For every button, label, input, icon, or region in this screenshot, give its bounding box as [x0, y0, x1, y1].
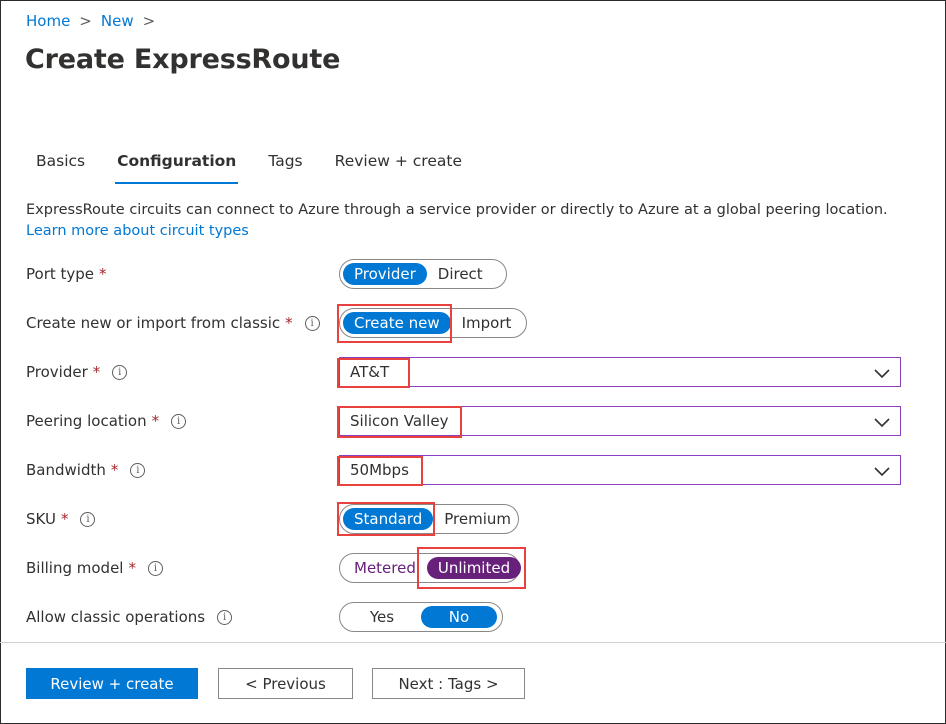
next-tags-button[interactable]: Next : Tags > [372, 668, 525, 699]
breadcrumb-separator: > [79, 12, 92, 30]
sku-toggle: Standard Premium [339, 504, 519, 534]
tab-review-create[interactable]: Review + create [335, 150, 462, 184]
sku-option-standard[interactable]: Standard [343, 508, 434, 530]
provider-value: AT&T [350, 363, 390, 381]
billing-model-label: Billing model * i [26, 559, 163, 577]
chevron-down-icon [874, 369, 890, 379]
required-asterisk: * [128, 559, 136, 577]
info-icon[interactable]: i [171, 413, 187, 429]
allow-classic-toggle: Yes No [339, 602, 503, 632]
allow-classic-option-yes[interactable]: Yes [343, 606, 421, 628]
bandwidth-label: Bandwidth * i [26, 461, 146, 479]
provider-label: Provider * i [26, 363, 128, 381]
provider-row: Provider * i AT&T [26, 357, 906, 389]
create-or-import-label-text: Create new or import from classic [26, 314, 281, 332]
breadcrumb-home-link[interactable]: Home [26, 12, 70, 30]
required-asterisk: * [60, 510, 69, 528]
required-asterisk: * [285, 314, 293, 332]
required-asterisk: * [110, 461, 119, 479]
peering-location-label-text: Peering location [26, 412, 147, 430]
peering-location-row: Peering location * i Silicon Valley [26, 406, 906, 438]
import-option[interactable]: Import [451, 312, 523, 334]
allow-classic-label-text: Allow classic operations [26, 608, 206, 626]
required-asterisk: * [99, 265, 107, 283]
footer-divider [0, 642, 946, 643]
review-create-button[interactable]: Review + create [26, 668, 198, 699]
tab-bar: Basics Configuration Tags Review + creat… [26, 150, 494, 184]
page-title: Create ExpressRoute [25, 44, 341, 75]
port-type-option-provider[interactable]: Provider [343, 263, 427, 285]
description: ExpressRoute circuits can connect to Azu… [26, 200, 916, 242]
allow-classic-row: Allow classic operations i Yes No [26, 602, 906, 634]
peering-location-value: Silicon Valley [350, 412, 449, 430]
breadcrumb-separator: > [142, 12, 156, 30]
port-type-option-direct[interactable]: Direct [427, 263, 494, 285]
info-icon[interactable]: i [112, 364, 128, 380]
port-type-row: Port type * Provider Direct [26, 259, 906, 291]
chevron-down-icon [874, 467, 890, 477]
learn-more-link[interactable]: Learn more about circuit types [26, 221, 916, 242]
info-icon[interactable]: i [80, 511, 96, 527]
provider-dropdown[interactable]: AT&T [339, 357, 901, 387]
billing-model-row: Billing model * i Metered Unlimited [26, 553, 906, 585]
port-type-label-text: Port type [26, 265, 95, 283]
port-type-label: Port type * [26, 265, 107, 283]
create-or-import-toggle: Create new Import [339, 308, 527, 338]
breadcrumb: Home > New > [26, 12, 164, 30]
allow-classic-label: Allow classic operations i [26, 608, 233, 626]
billing-option-metered[interactable]: Metered [343, 557, 427, 579]
breadcrumb-new-link[interactable]: New [101, 12, 134, 30]
bandwidth-value: 50Mbps [350, 461, 409, 479]
peering-location-dropdown[interactable]: Silicon Valley [339, 406, 901, 436]
sku-label-text: SKU [26, 510, 56, 528]
billing-model-toggle: Metered Unlimited [339, 553, 522, 583]
sku-row: SKU * i Standard Premium [26, 504, 906, 536]
provider-label-text: Provider [26, 363, 88, 381]
bandwidth-row: Bandwidth * i 50Mbps [26, 455, 906, 487]
previous-button[interactable]: < Previous [218, 668, 353, 699]
description-text: ExpressRoute circuits can connect to Azu… [26, 202, 888, 218]
info-icon[interactable]: i [130, 462, 146, 478]
billing-option-unlimited[interactable]: Unlimited [426, 557, 522, 579]
tab-basics[interactable]: Basics [36, 150, 85, 184]
required-asterisk: * [92, 363, 101, 381]
create-new-option[interactable]: Create new [343, 312, 451, 334]
billing-model-label-text: Billing model [26, 559, 124, 577]
allow-classic-option-no[interactable]: No [421, 606, 497, 628]
info-icon[interactable]: i [217, 609, 233, 625]
info-icon[interactable]: i [304, 315, 320, 331]
bandwidth-dropdown[interactable]: 50Mbps [339, 455, 901, 485]
port-type-toggle: Provider Direct [339, 259, 507, 289]
peering-location-label: Peering location * i [26, 412, 187, 430]
bandwidth-label-text: Bandwidth [26, 461, 106, 479]
create-or-import-row: Create new or import from classic * i Cr… [26, 308, 906, 340]
chevron-down-icon [874, 418, 890, 428]
tab-configuration[interactable]: Configuration [115, 150, 239, 184]
required-asterisk: * [151, 412, 160, 430]
info-icon[interactable]: i [147, 560, 163, 576]
create-or-import-label: Create new or import from classic * i [26, 314, 320, 332]
sku-option-premium[interactable]: Premium [433, 508, 522, 530]
sku-label: SKU * i [26, 510, 96, 528]
tab-tags[interactable]: Tags [268, 150, 302, 184]
